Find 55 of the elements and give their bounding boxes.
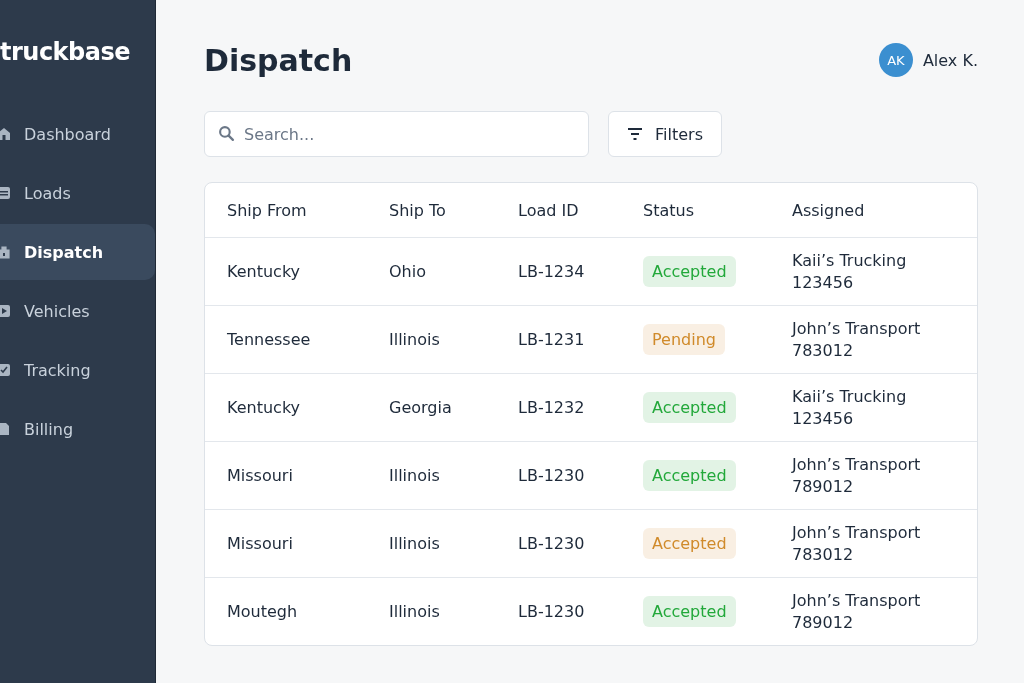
status-badge: Accepted [643,392,736,423]
table-cell-text: Illinois [389,330,441,349]
filters-button[interactable]: Filters [608,111,722,157]
table-cell-text: Kaii’s Trucking [792,385,908,408]
table-cell-text: John’s Transport [792,453,922,476]
table-cell-text: 783012 [792,543,855,566]
table-cell-text: Kentucky [227,398,302,417]
table-cell-text: Illinois [389,466,441,485]
table-cell-text: LB-1230 [518,602,586,621]
column-header: Ship To [389,200,447,220]
table-cell-text: Tennessee [227,330,312,349]
table-cell-text: LB-1234 [518,262,586,281]
status-badge: Accepted [643,528,736,559]
document-icon [0,421,12,437]
table-cell-text: John’s Transport [792,521,922,544]
table-cell-text: John’s Transport [792,317,922,340]
column-header: Load ID [518,200,580,220]
table-cell-text: Missouri [227,466,294,485]
sidebar-item[interactable]: Vehicles [0,283,155,339]
table-cell-text: 123456 [792,271,855,294]
table-cell-text: LB-1230 [518,534,586,553]
sidebar-item[interactable]: Tracking [0,342,155,398]
table-cell-text: 789012 [792,611,855,634]
status-badge: Accepted [643,256,736,287]
table-cell-text: Kaii’s Trucking [792,249,908,272]
table-cell-text: Moutegh [227,602,299,621]
filter-icon [627,127,643,141]
table-cell-text: LB-1232 [518,398,586,417]
status-badge: Pending [643,324,725,355]
table-cell-text: John’s Transport [792,589,922,612]
table-cell-text: Ohio [389,262,427,281]
status-badge: Accepted [643,460,736,491]
search-field[interactable]: Search... [204,111,589,157]
column-header: Assigned [792,200,866,220]
table-cell-text: 789012 [792,475,855,498]
column-header: Status [643,200,695,220]
table-cell-text: Kentucky [227,262,302,281]
table-cell-text: Georgia [389,398,453,417]
table-cell-text: Missouri [227,534,294,553]
table-cell-text: 123456 [792,407,855,430]
status-badge: Accepted [643,596,736,627]
sidebar-item[interactable]: Billing [0,401,155,457]
table-cell-text: 783012 [792,339,855,362]
page-title: Dispatch [204,42,353,78]
sidebar-item[interactable]: Loads [0,165,155,221]
bag-icon [0,244,12,260]
column-header: Ship From [227,200,308,220]
app-logo[interactable]: truckbase [0,38,155,66]
sidebar-item[interactable]: Dispatch [0,224,155,280]
sidebar-item[interactable]: Dashboard [0,106,155,162]
table-cell-text: LB-1231 [518,330,586,349]
user-name: Alex K. [922,50,978,70]
table-cell-text: Illinois [389,602,441,621]
table-cell-text: Illinois [389,534,441,553]
table-cell-text: LB-1230 [518,466,586,485]
